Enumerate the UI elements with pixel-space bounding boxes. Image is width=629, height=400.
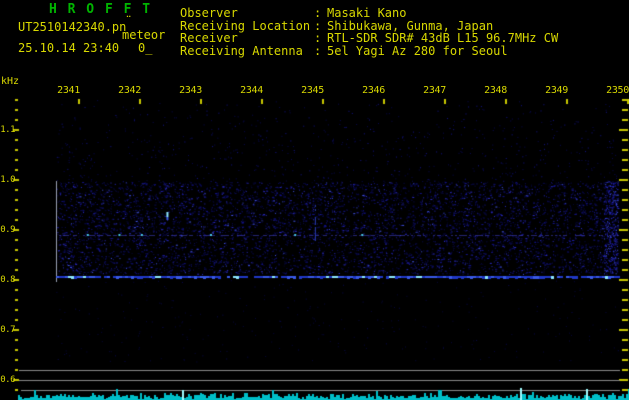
time-tick-label: 2343	[176, 85, 202, 96]
time-tick-label: 2345	[298, 85, 324, 96]
info-value: Masaki Kano	[327, 6, 406, 20]
freq-tick-label: 0.8	[0, 274, 15, 286]
spectrogram-canvas	[0, 0, 629, 400]
freq-axis-unit: kHz	[1, 77, 19, 88]
time-tick-label: 2350	[603, 85, 629, 96]
freq-tick-label: 1.0	[0, 174, 15, 186]
datetime-text: 25.10.14 23:40	[18, 42, 119, 55]
freq-tick-label: 0.6	[0, 374, 15, 386]
time-tick-label: 2342	[115, 85, 141, 96]
info-colon: :	[314, 31, 327, 45]
info-label: Observer	[180, 6, 314, 20]
info-row: Receiving Antenna:5el Yagi Az 280 for Se…	[180, 44, 508, 58]
cursor-indicator: 0_	[138, 42, 152, 55]
time-tick-label: 2349	[542, 85, 568, 96]
time-tick-label: 2348	[481, 85, 507, 96]
time-tick-label: 2344	[237, 85, 263, 96]
freq-tick-label: 1.1	[0, 124, 15, 136]
info-label: Receiver	[180, 31, 314, 45]
time-tick-label: 2346	[359, 85, 385, 96]
info-colon: :	[314, 44, 327, 58]
time-tick-label: 2347	[420, 85, 446, 96]
time-tick-label: 2341	[54, 85, 80, 96]
info-value: 5el Yagi Az 280 for Seoul	[327, 44, 508, 58]
hrofft-screen: H R O F F T UT2510142340.pn ¨ meteor 25.…	[0, 0, 629, 400]
freq-tick-label: 0.9	[0, 224, 15, 236]
info-row: Observer:Masaki Kano	[180, 6, 406, 20]
mode-label: meteor	[122, 29, 165, 42]
app-title: H R O F F T	[49, 3, 152, 17]
info-row: Receiver:RTL-SDR SDR# 43dB L15 96.7MHz C…	[180, 31, 558, 45]
filename-artifact: ¨	[125, 15, 131, 28]
info-label: Receiving Antenna	[180, 44, 314, 58]
info-value: RTL-SDR SDR# 43dB L15 96.7MHz CW	[327, 31, 558, 45]
info-colon: :	[314, 6, 327, 20]
freq-tick-label: 0.7	[0, 324, 15, 336]
filename: UT2510142340.pn	[18, 21, 126, 34]
